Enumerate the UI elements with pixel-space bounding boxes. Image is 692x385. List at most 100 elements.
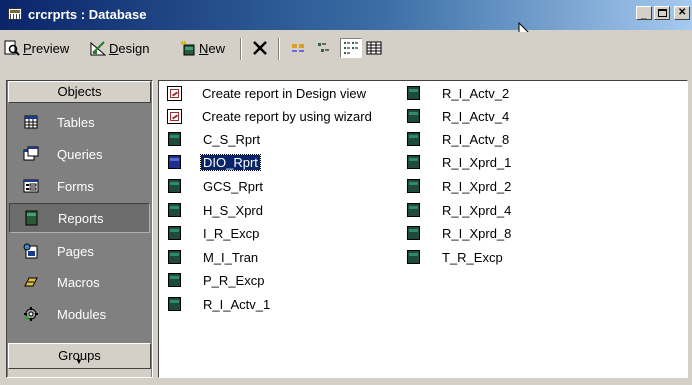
new-button[interactable]: New	[180, 38, 225, 58]
large-icons-button[interactable]	[290, 38, 306, 58]
list-item[interactable]: C_S_Rprt	[168, 129, 260, 149]
macro-icon	[23, 274, 39, 290]
list-item[interactable]: M_I_Tran	[168, 247, 258, 267]
list-item-label: R_I_Actv_4	[442, 108, 510, 124]
scroll-down-arrow-icon[interactable]: ▼	[75, 358, 83, 366]
list-item[interactable]: H_S_Xprd	[168, 200, 263, 220]
sidebar-item-pages[interactable]: Pages	[9, 236, 150, 266]
list-item[interactable]: P_R_Excp	[168, 270, 264, 290]
report-icon	[407, 109, 420, 123]
design-button[interactable]: Design	[90, 38, 149, 58]
objects-bar: Objects Tables Queries Forms Reports Pag…	[6, 80, 153, 378]
design-icon	[90, 40, 107, 56]
objects-header[interactable]: Objects	[8, 81, 151, 103]
delete-button[interactable]	[252, 38, 268, 58]
list-view-button[interactable]	[340, 38, 362, 58]
report-icon	[168, 179, 181, 193]
list-item-label: R_I_Actv_8	[442, 131, 510, 147]
new-object-icon	[180, 40, 196, 56]
details-view-button[interactable]	[366, 38, 382, 58]
minimize-button[interactable]: _	[636, 6, 652, 20]
small-icons-icon	[316, 40, 332, 56]
close-button[interactable]: ✕	[674, 6, 690, 20]
create-wizard-shortcut-icon	[167, 108, 182, 124]
report-icon	[407, 179, 420, 193]
report-icon	[168, 155, 181, 169]
list-item-label: Create report by using wizard	[202, 108, 372, 124]
list-item[interactable]: R_I_Actv_8	[407, 129, 509, 149]
sidebar-item-tables[interactable]: Tables	[9, 107, 150, 137]
list-item[interactable]: R_I_Actv_1	[168, 294, 270, 314]
list-item[interactable]: R_I_Xprd_8	[407, 223, 511, 243]
list-item-label: R_I_Xprd_8	[442, 225, 512, 241]
sidebar-item-modules[interactable]: Modules	[9, 299, 150, 329]
small-icons-button[interactable]	[316, 38, 332, 58]
preview-button[interactable]: Preview	[4, 38, 69, 58]
form-icon	[23, 178, 39, 194]
object-list: Create report in Design view Create repo…	[158, 80, 688, 378]
database-body: Objects Tables Queries Forms Reports Pag…	[0, 70, 692, 385]
report-icon	[168, 226, 181, 240]
table-icon	[23, 114, 39, 130]
list-item-label: M_I_Tran	[203, 249, 259, 265]
report-icon	[407, 155, 420, 169]
groups-header[interactable]: Groups ▼	[8, 343, 151, 369]
list-item-label: T_R_Excp	[442, 249, 503, 265]
list-item[interactable]: R_I_Xprd_4	[407, 200, 511, 220]
sidebar-item-reports[interactable]: Reports	[9, 203, 150, 233]
page-icon	[23, 243, 39, 259]
list-item-label: P_R_Excp	[203, 272, 265, 288]
list-item[interactable]: Create report by using wizard	[167, 106, 372, 126]
list-item[interactable]: T_R_Excp	[407, 247, 503, 267]
list-item-label: I_R_Excp	[203, 225, 260, 241]
maximize-button[interactable]	[654, 6, 670, 20]
list-item-label: Create report in Design view	[202, 85, 367, 101]
sidebar-item-queries[interactable]: Queries	[9, 139, 150, 169]
list-item-label: R_I_Xprd_2	[442, 178, 512, 194]
list-item[interactable]: R_I_Actv_4	[407, 106, 509, 126]
list-item[interactable]: R_I_Actv_2	[407, 83, 509, 103]
list-item-label: R_I_Xprd_1	[442, 154, 512, 170]
toolbar-separator	[278, 38, 280, 60]
sidebar-item-label: Forms	[57, 178, 94, 194]
sidebar-item-label: Modules	[57, 306, 107, 322]
sidebar-item-label: Pages	[57, 243, 94, 259]
list-item-label: R_I_Actv_1	[203, 296, 271, 312]
window-title: crcrprts : Database	[28, 7, 147, 22]
report-icon	[407, 86, 420, 100]
report-icon	[407, 250, 420, 264]
report-icon	[407, 203, 420, 217]
report-icon	[168, 273, 181, 287]
sidebar-item-label: Queries	[57, 146, 103, 162]
list-item-label: DIO_Rprt	[200, 153, 261, 171]
report-icon	[168, 297, 181, 311]
report-icon	[24, 210, 40, 226]
toolbar-separator	[240, 38, 242, 60]
list-item[interactable]: Create report in Design view	[167, 83, 366, 103]
list-item[interactable]: GCS_Rprt	[168, 176, 263, 196]
large-icons-icon	[290, 40, 306, 56]
create-design-shortcut-icon	[167, 85, 182, 101]
list-item-label: R_I_Xprd_4	[442, 202, 512, 218]
database-icon[interactable]	[8, 8, 22, 20]
list-item[interactable]: R_I_Xprd_1	[407, 152, 511, 172]
sidebar-item-label: Reports	[58, 210, 104, 226]
list-item[interactable]: I_R_Excp	[168, 223, 259, 243]
list-item-label: GCS_Rprt	[203, 178, 263, 194]
report-icon	[168, 250, 181, 264]
database-window: crcrprts : Database _ ✕ Preview Design N…	[0, 0, 692, 385]
title-bar[interactable]: crcrprts : Database _ ✕	[0, 0, 692, 43]
sidebar-item-forms[interactable]: Forms	[9, 171, 150, 201]
list-icon	[343, 40, 359, 56]
list-item[interactable]: R_I_Xprd_2	[407, 176, 511, 196]
design-label: Design	[109, 40, 150, 56]
list-item-selected[interactable]: DIO_Rprt	[168, 152, 261, 172]
list-item-label: H_S_Xprd	[203, 202, 263, 218]
toolbar: Preview Design New	[0, 32, 692, 64]
details-icon	[366, 40, 382, 56]
preview-icon	[4, 40, 20, 56]
sidebar-footer	[8, 369, 151, 377]
sidebar-item-macros[interactable]: Macros	[9, 267, 150, 297]
report-icon	[407, 226, 420, 240]
report-icon	[407, 132, 420, 146]
